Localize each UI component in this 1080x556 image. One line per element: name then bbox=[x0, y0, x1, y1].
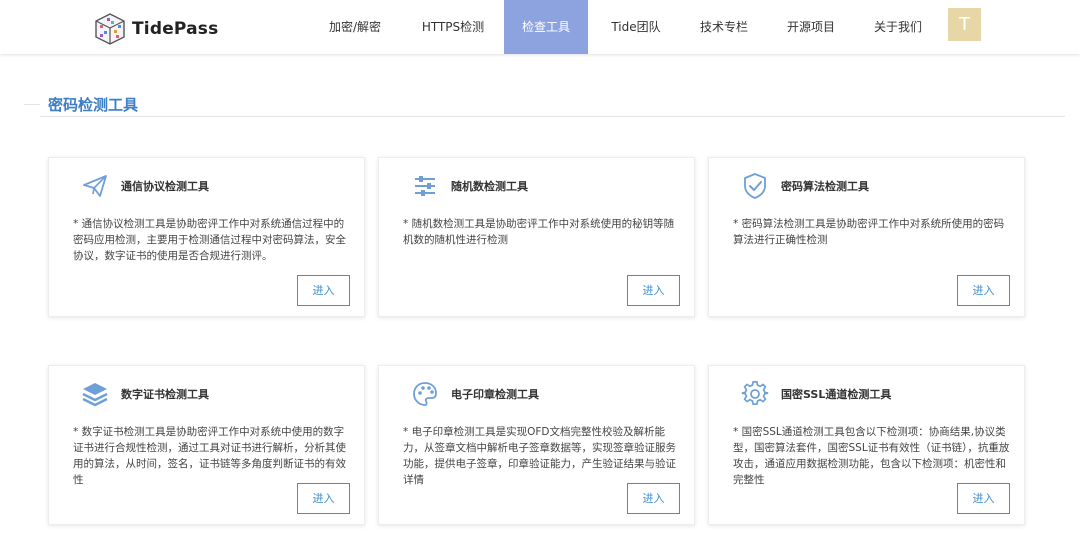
shield-check-icon bbox=[739, 170, 771, 202]
section-divider bbox=[40, 116, 1065, 117]
card-title: 电子印章检测工具 bbox=[451, 388, 539, 401]
nav-tech-column[interactable]: 技术专栏 bbox=[684, 0, 764, 54]
tool-card-certificate: 数字证书检测工具 * 数字证书检测工具是协助密评工作中对系统中使用的数字证书进行… bbox=[48, 365, 365, 525]
card-title: 数字证书检测工具 bbox=[121, 388, 209, 401]
layers-icon bbox=[79, 378, 111, 410]
enter-button[interactable]: 进入 bbox=[957, 275, 1010, 306]
nav-tide-team[interactable]: Tide团队 bbox=[588, 0, 684, 54]
card-description: * 国密SSL通道检测工具包含以下检测项：协商结果,协议类型，国密算法套件，国密… bbox=[733, 426, 1010, 486]
card-title: 国密SSL通道检测工具 bbox=[781, 388, 892, 401]
enter-button[interactable]: 进入 bbox=[627, 275, 680, 306]
enter-button[interactable]: 进入 bbox=[297, 483, 350, 514]
nav-check-tools[interactable]: 检查工具 bbox=[504, 0, 588, 54]
palette-icon bbox=[409, 378, 441, 410]
card-title: 密码算法检测工具 bbox=[781, 180, 869, 193]
card-title: 随机数检测工具 bbox=[451, 180, 528, 193]
nav-open-source[interactable]: 开源项目 bbox=[764, 0, 858, 54]
section-divider-left bbox=[24, 104, 40, 105]
card-description: * 随机数检测工具是协助密评工作中对系统使用的秘钥等随机数的随机性进行检测 bbox=[403, 218, 675, 246]
tidepass-logo-icon bbox=[94, 13, 126, 45]
tool-card-ssl: 国密SSL通道检测工具 * 国密SSL通道检测工具包含以下检测项：协商结果,协议… bbox=[708, 365, 1025, 525]
section-title: 密码检测工具 bbox=[48, 96, 139, 114]
card-title: 通信协议检测工具 bbox=[121, 180, 209, 193]
sliders-icon bbox=[409, 170, 441, 202]
main-nav: 加密/解密 HTTPS检测 检查工具 Tide团队 技术专栏 开源项目 关于我们 bbox=[308, 0, 938, 54]
card-description: * 通信协议检测工具是协助密评工作中对系统通信过程中的密码应用检测，主要用于检测… bbox=[73, 218, 346, 262]
gear-icon bbox=[739, 378, 771, 410]
card-description: * 电子印章检测工具是实现OFD文档完整性校验及解析能力，从签章文档中解析电子签… bbox=[403, 426, 676, 486]
tool-card-random: 随机数检测工具 * 随机数检测工具是协助密评工作中对系统使用的秘钥等随机数的随机… bbox=[378, 157, 695, 317]
enter-button[interactable]: 进入 bbox=[297, 275, 350, 306]
logo[interactable]: TidePass bbox=[94, 13, 218, 45]
top-header: TidePass 加密/解密 HTTPS检测 检查工具 Tide团队 技术专栏 … bbox=[0, 0, 1080, 54]
enter-button[interactable]: 进入 bbox=[957, 483, 1010, 514]
user-avatar[interactable]: T bbox=[948, 8, 981, 41]
tool-card-algorithm: 密码算法检测工具 * 密码算法检测工具是协助密评工作中对系统所使用的密码算法进行… bbox=[708, 157, 1025, 317]
card-description: * 密码算法检测工具是协助密评工作中对系统所使用的密码算法进行正确性检测 bbox=[733, 218, 1005, 246]
tool-card-protocol: 通信协议检测工具 * 通信协议检测工具是协助密评工作中对系统通信过程中的密码应用… bbox=[48, 157, 365, 317]
card-description: * 数字证书检测工具是协助密评工作中对系统中使用的数字证书进行合规性检测，通过工… bbox=[73, 426, 346, 486]
enter-button[interactable]: 进入 bbox=[627, 483, 680, 514]
nav-encrypt-decrypt[interactable]: 加密/解密 bbox=[308, 0, 402, 54]
paper-plane-icon bbox=[79, 170, 111, 202]
nav-https-check[interactable]: HTTPS检测 bbox=[402, 0, 504, 54]
nav-about-us[interactable]: 关于我们 bbox=[858, 0, 938, 54]
tool-card-seal: 电子印章检测工具 * 电子印章检测工具是实现OFD文档完整性校验及解析能力，从签… bbox=[378, 365, 695, 525]
logo-text: TidePass bbox=[132, 19, 219, 39]
